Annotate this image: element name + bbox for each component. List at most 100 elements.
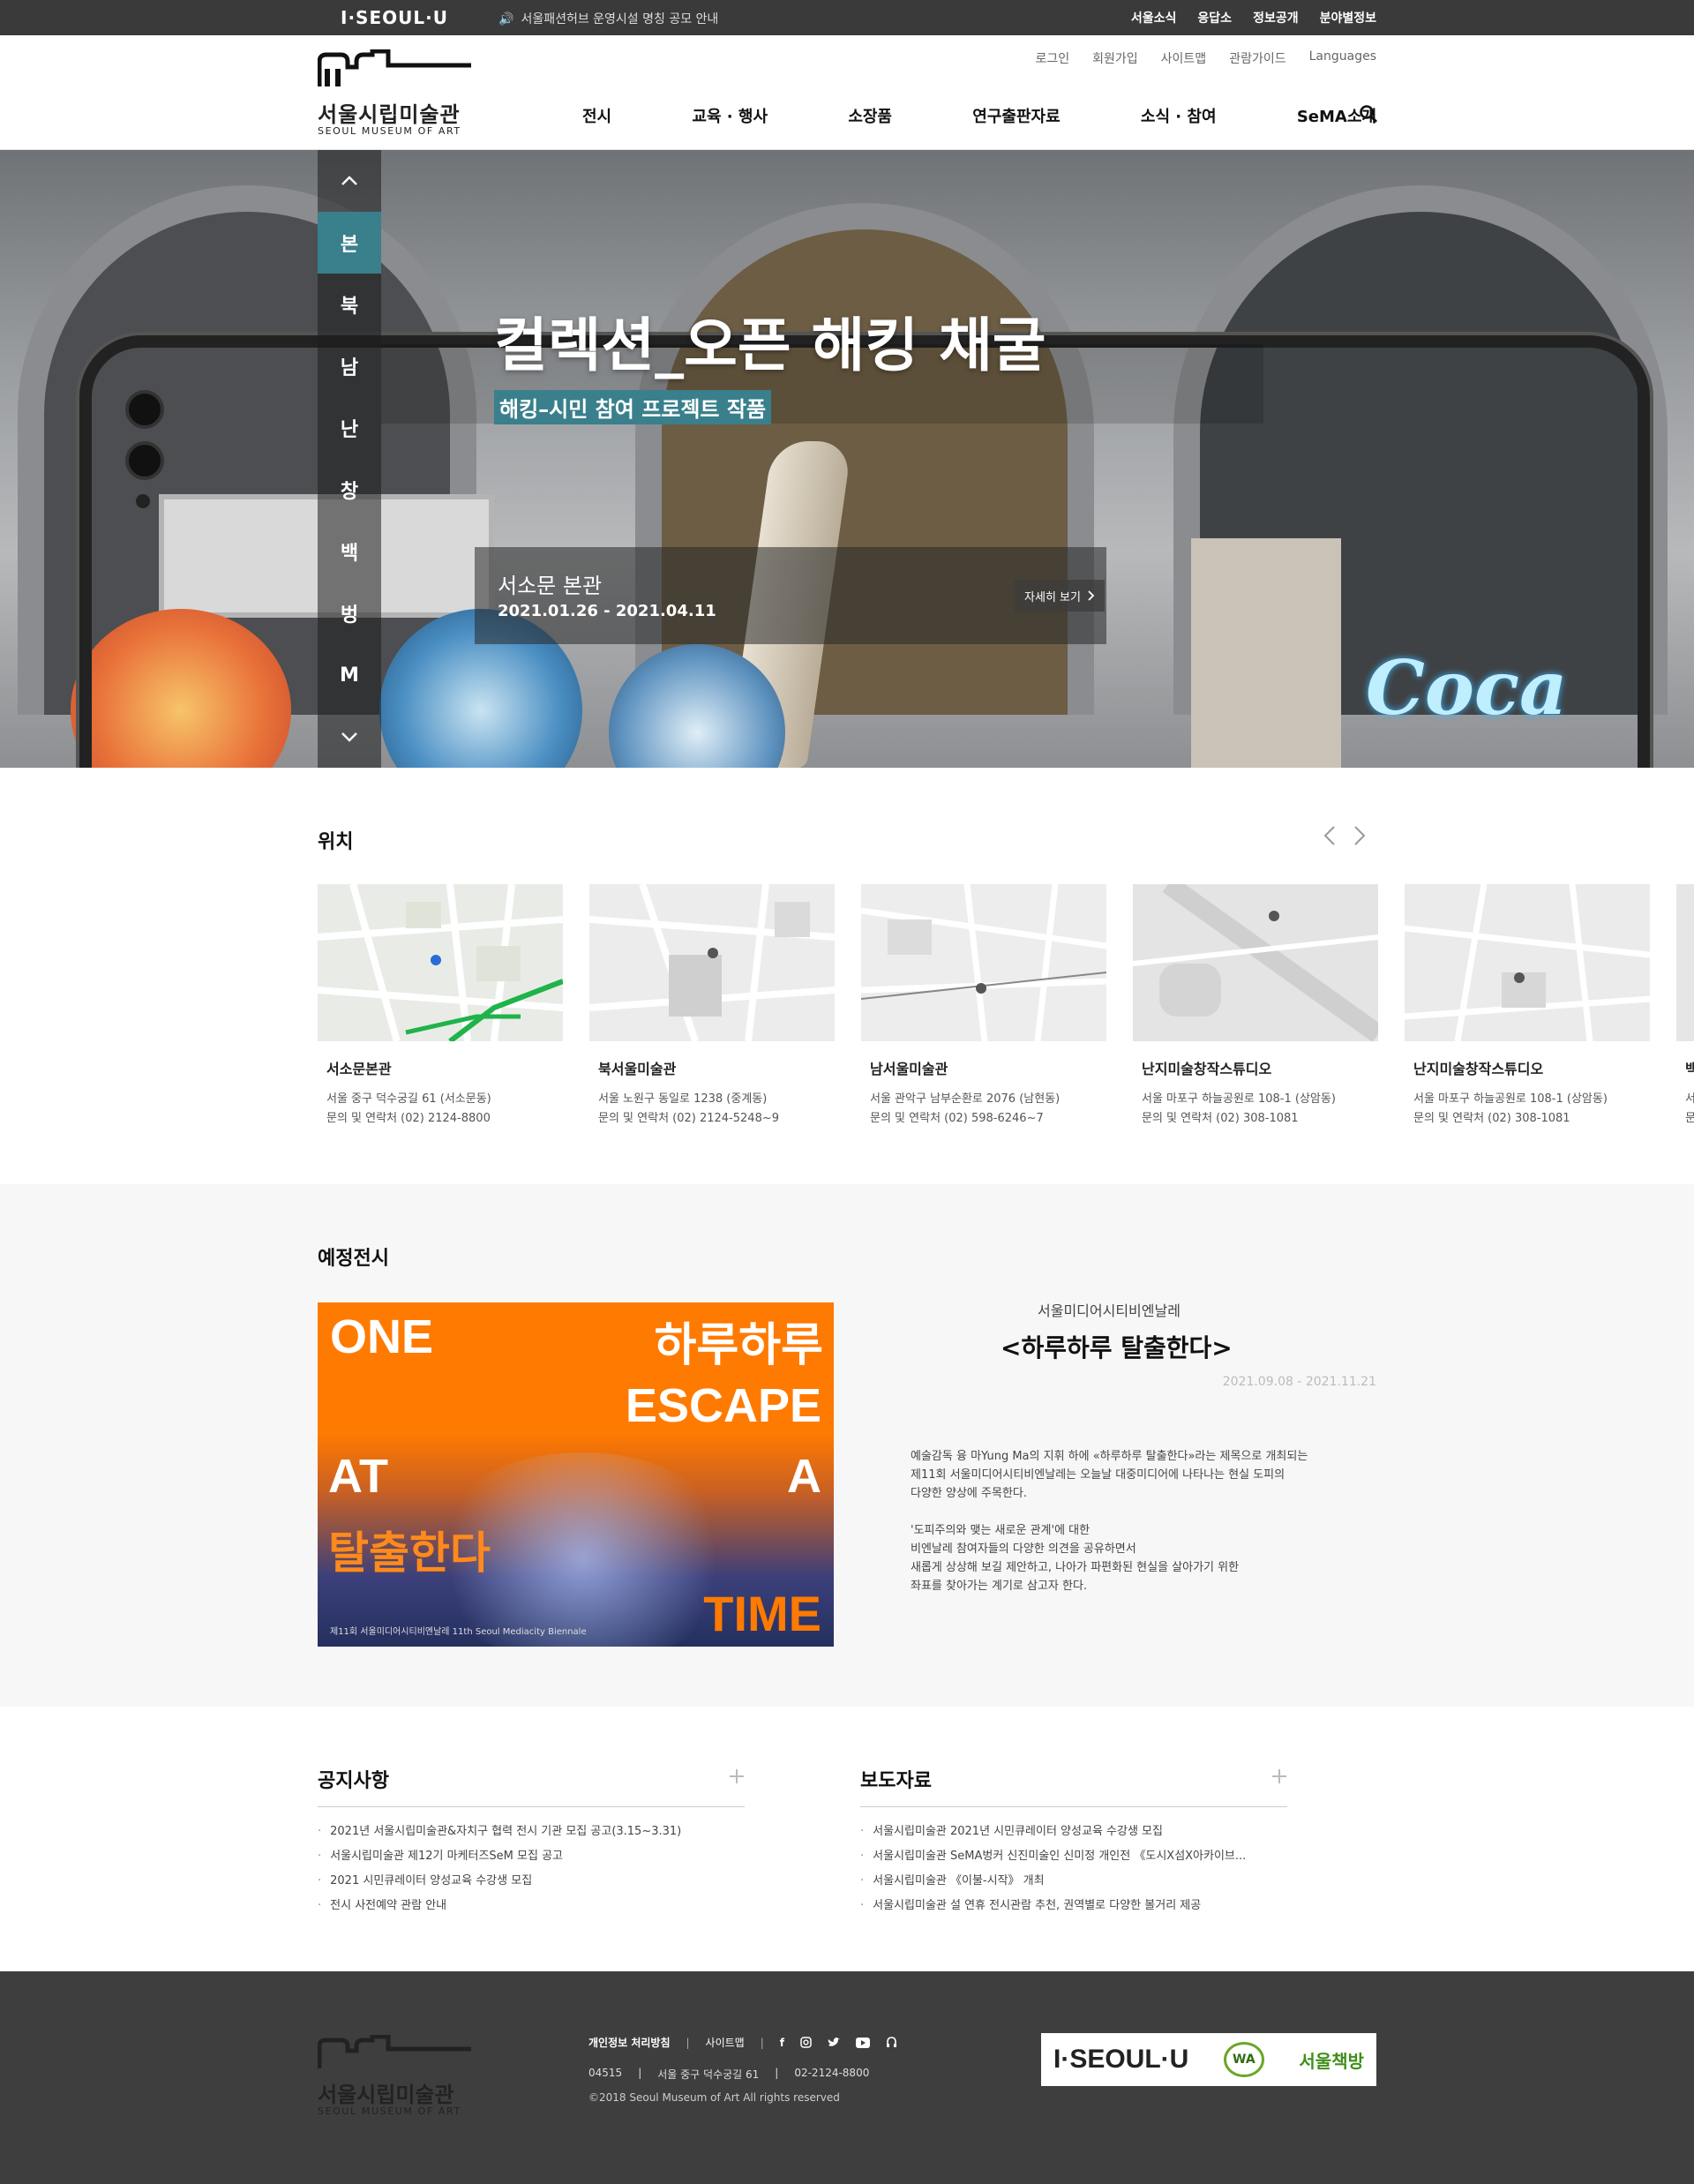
- side-nav-item-chang[interactable]: 창: [318, 459, 381, 521]
- hero-more-button[interactable]: 자세히 보기: [1015, 580, 1105, 612]
- twitter-icon[interactable]: [828, 2037, 840, 2048]
- login-link[interactable]: 로그인: [1036, 49, 1070, 67]
- page: I·SEOUL·U 🔊 서울패션허브 운영시설 명칭 공모 안내 서울소식 응답소…: [0, 0, 1694, 2184]
- side-nav-item-m[interactable]: M: [318, 644, 381, 706]
- signup-link[interactable]: 회원가입: [1092, 49, 1138, 67]
- notice-list: 2021년 서울시립미술관&자치구 협력 전시 기관 모집 공고(3.15~3.…: [318, 1820, 681, 1918]
- location-cards: 서소문본관 서울 중구 덕수궁길 61 (서소문동) 문의 및 연락처 (02)…: [318, 884, 1694, 1149]
- top-link-seoul-news[interactable]: 서울소식: [1131, 9, 1177, 26]
- site-logo[interactable]: 서울시립미술관 SEOUL MUSEUM OF ART: [318, 49, 473, 138]
- side-nav-item-bunker[interactable]: 벙: [318, 582, 381, 644]
- press-item[interactable]: 서울시립미술관 설 연휴 전시관람 추천, 권역별로 다양한 볼거리 제공: [860, 1894, 1246, 1918]
- desc-line: '도피주의와 맺는 새로운 관계'에 대한: [911, 1524, 1091, 1537]
- plus-icon[interactable]: [729, 1768, 745, 1784]
- location-name: 난지미술창작스튜디오: [1413, 1061, 1544, 1077]
- notice-item[interactable]: 2021년 서울시립미술관&자치구 협력 전시 기관 모집 공고(3.15~3.…: [318, 1820, 681, 1844]
- nav-collection[interactable]: 소장품: [848, 104, 892, 127]
- notice-item[interactable]: 2021 시민큐레이터 양성교육 수강생 모집: [318, 1869, 681, 1894]
- location-address: 서울 관악구 남부순환로 2076 (남현동): [870, 1092, 1061, 1106]
- location-card[interactable]: 난지미술창작스튜디오 서울 마포구 하늘공원로 108-1 (상암동) 문의 및…: [1133, 884, 1378, 1131]
- location-map: [1676, 884, 1694, 1041]
- poster-word: 탈출한다: [328, 1528, 491, 1578]
- location-map: [1405, 884, 1650, 1041]
- side-nav-up-button[interactable]: [318, 150, 381, 212]
- sitemap-link[interactable]: 사이트맵: [1161, 49, 1207, 67]
- youtube-icon[interactable]: [856, 2037, 870, 2048]
- location-card-partial[interactable]: 백 서 문: [1676, 884, 1694, 1131]
- facebook-icon[interactable]: f: [780, 2037, 784, 2049]
- hero-banner[interactable]: Coca: [0, 150, 1694, 768]
- divider: [860, 1806, 1287, 1807]
- location-name: 북서울미술관: [598, 1061, 677, 1077]
- chevron-left-icon[interactable]: [1323, 825, 1336, 846]
- location-map: [318, 884, 563, 1041]
- top-link-info-open[interactable]: 정보공개: [1253, 9, 1299, 26]
- search-icon[interactable]: [1359, 104, 1378, 124]
- desc-line: 좌표를 찾아가는 계기로 삼고자 한다.: [911, 1580, 1088, 1593]
- footer-logo-korean: 서울시립미술관: [318, 2083, 454, 2107]
- languages-link[interactable]: Languages: [1309, 49, 1376, 67]
- exhibition-poster[interactable]: ONE 하루하루 ESCAPE AT A 탈출한다 TIME 제11회 서울미디…: [318, 1302, 834, 1647]
- location-card[interactable]: 서소문본관 서울 중구 덕수궁길 61 (서소문동) 문의 및 연락처 (02)…: [318, 884, 563, 1131]
- hero-place: 서소문 본관: [498, 574, 603, 598]
- desc-line: 새롭게 상상해 보길 제안하고, 나아가 파편화된 현실을 살아가기 위한: [911, 1561, 1240, 1574]
- side-nav-item-nanji[interactable]: 난: [318, 397, 381, 459]
- utility-links: 로그인 회원가입 사이트맵 관람가이드 Languages: [1036, 49, 1377, 67]
- top-notice-text: 서울패션허브 운영시설 명칭 공모 안내: [521, 12, 719, 26]
- hero-title: 컬렉션_오픈 해킹 채굴: [494, 311, 1046, 379]
- chevron-right-icon[interactable]: [1353, 825, 1366, 846]
- phone-camera-icon: [125, 441, 164, 480]
- seoul-bookstore-badge[interactable]: 서울책방: [1299, 2047, 1364, 2073]
- plus-icon[interactable]: [1271, 1768, 1287, 1784]
- instagram-icon[interactable]: [800, 2037, 812, 2048]
- side-nav-down-button[interactable]: [318, 706, 381, 768]
- notice-title[interactable]: 공지사항: [318, 1765, 745, 1793]
- iseoulu-link[interactable]: I·SEOUL·U: [341, 7, 448, 28]
- press-item[interactable]: 서울시립미술관 《이불-시작》 개최: [860, 1869, 1246, 1894]
- phone-flash-icon: [136, 494, 150, 508]
- location-card[interactable]: 남서울미술관 서울 관악구 남부순환로 2076 (남현동) 문의 및 연락처 …: [861, 884, 1106, 1131]
- podcast-icon[interactable]: [886, 2037, 897, 2048]
- press-list: 서울시립미술관 2021년 시민큐레이터 양성교육 수강생 모집 서울시립미술관…: [860, 1820, 1246, 1918]
- desc-line: 다양한 양상에 주목한다.: [911, 1487, 1027, 1500]
- poster-word: 하루하루: [654, 1320, 823, 1371]
- side-nav-item-main[interactable]: 본: [318, 212, 381, 274]
- upcoming-section: [0, 1184, 1694, 1707]
- nav-education-event[interactable]: 교육 · 행사: [692, 104, 768, 127]
- location-card[interactable]: 난지미술창작스튜디오 서울 마포구 하늘공원로 108-1 (상암동) 문의 및…: [1405, 884, 1650, 1131]
- press-title[interactable]: 보도자료: [860, 1765, 1287, 1793]
- notice-item[interactable]: 서울시립미술관 제12기 마케터즈SeM 모집 공고: [318, 1844, 681, 1869]
- top-link-field-info[interactable]: 분야별정보: [1320, 9, 1376, 26]
- press-item[interactable]: 서울시립미술관 2021년 시민큐레이터 양성교육 수강생 모집: [860, 1820, 1246, 1844]
- desc-line: 비엔날레 참여자들의 다양한 의견을 공유하면서: [911, 1542, 1136, 1556]
- footer-sitemap-link[interactable]: 사이트맵: [706, 2035, 745, 2050]
- iseoulu-badge[interactable]: I·SEOUL·U: [1053, 2045, 1188, 2075]
- notice-item[interactable]: 전시 사전예약 관람 안내: [318, 1894, 681, 1918]
- side-nav-item-north[interactable]: 북: [318, 274, 381, 335]
- location-phone: 문의 및 연락처 (02) 2124-5248~9: [598, 1112, 779, 1125]
- map-graphic: [1133, 884, 1378, 1041]
- location-phone: 문의 및 연락처 (02) 598-6246~7: [870, 1112, 1044, 1125]
- location-card[interactable]: 북서울미술관 서울 노원구 동일로 1238 (중계동) 문의 및 연락처 (0…: [589, 884, 835, 1131]
- top-notice[interactable]: 🔊 서울패션허브 운영시설 명칭 공모 안내: [498, 10, 718, 27]
- poster-word: A: [787, 1450, 821, 1503]
- nav-exhibition[interactable]: 전시: [582, 104, 611, 127]
- side-nav-item-baek[interactable]: 백: [318, 521, 381, 582]
- visit-guide-link[interactable]: 관람가이드: [1229, 49, 1285, 67]
- phone-camera-icon: [125, 390, 164, 429]
- side-nav-item-south[interactable]: 남: [318, 335, 381, 397]
- footer-phone: 02-2124-8800: [794, 2067, 870, 2079]
- footer-logo: 서울시립미술관 SEOUL MUSEUM OF ART: [317, 2034, 473, 2123]
- exhibition-title[interactable]: <하루하루 탈출한다>: [1001, 1329, 1233, 1364]
- nav-news-participation[interactable]: 소식 · 참여: [1141, 104, 1217, 127]
- location-phone: 문의 및 연락처 (02) 308-1081: [1142, 1112, 1299, 1125]
- footer-zip: 04515: [588, 2067, 623, 2079]
- desc-line: 예술감독 융 마Yung Ma의 지휘 하에 «하루하루 탈출한다»라는 제목으…: [911, 1450, 1308, 1463]
- poster-word: ESCAPE: [625, 1379, 821, 1432]
- top-link-eungdapso[interactable]: 응답소: [1197, 9, 1232, 26]
- press-item[interactable]: 서울시립미술관 SeMA벙커 신진미술인 신미정 개인전 《도시X섬X아카이브.…: [860, 1844, 1246, 1869]
- nav-research-publication[interactable]: 연구출판자료: [972, 104, 1060, 127]
- privacy-link[interactable]: 개인정보 처리방침: [588, 2035, 671, 2050]
- upcoming-title: 예정전시: [318, 1248, 389, 1270]
- web-accessibility-badge[interactable]: WA: [1223, 2042, 1264, 2077]
